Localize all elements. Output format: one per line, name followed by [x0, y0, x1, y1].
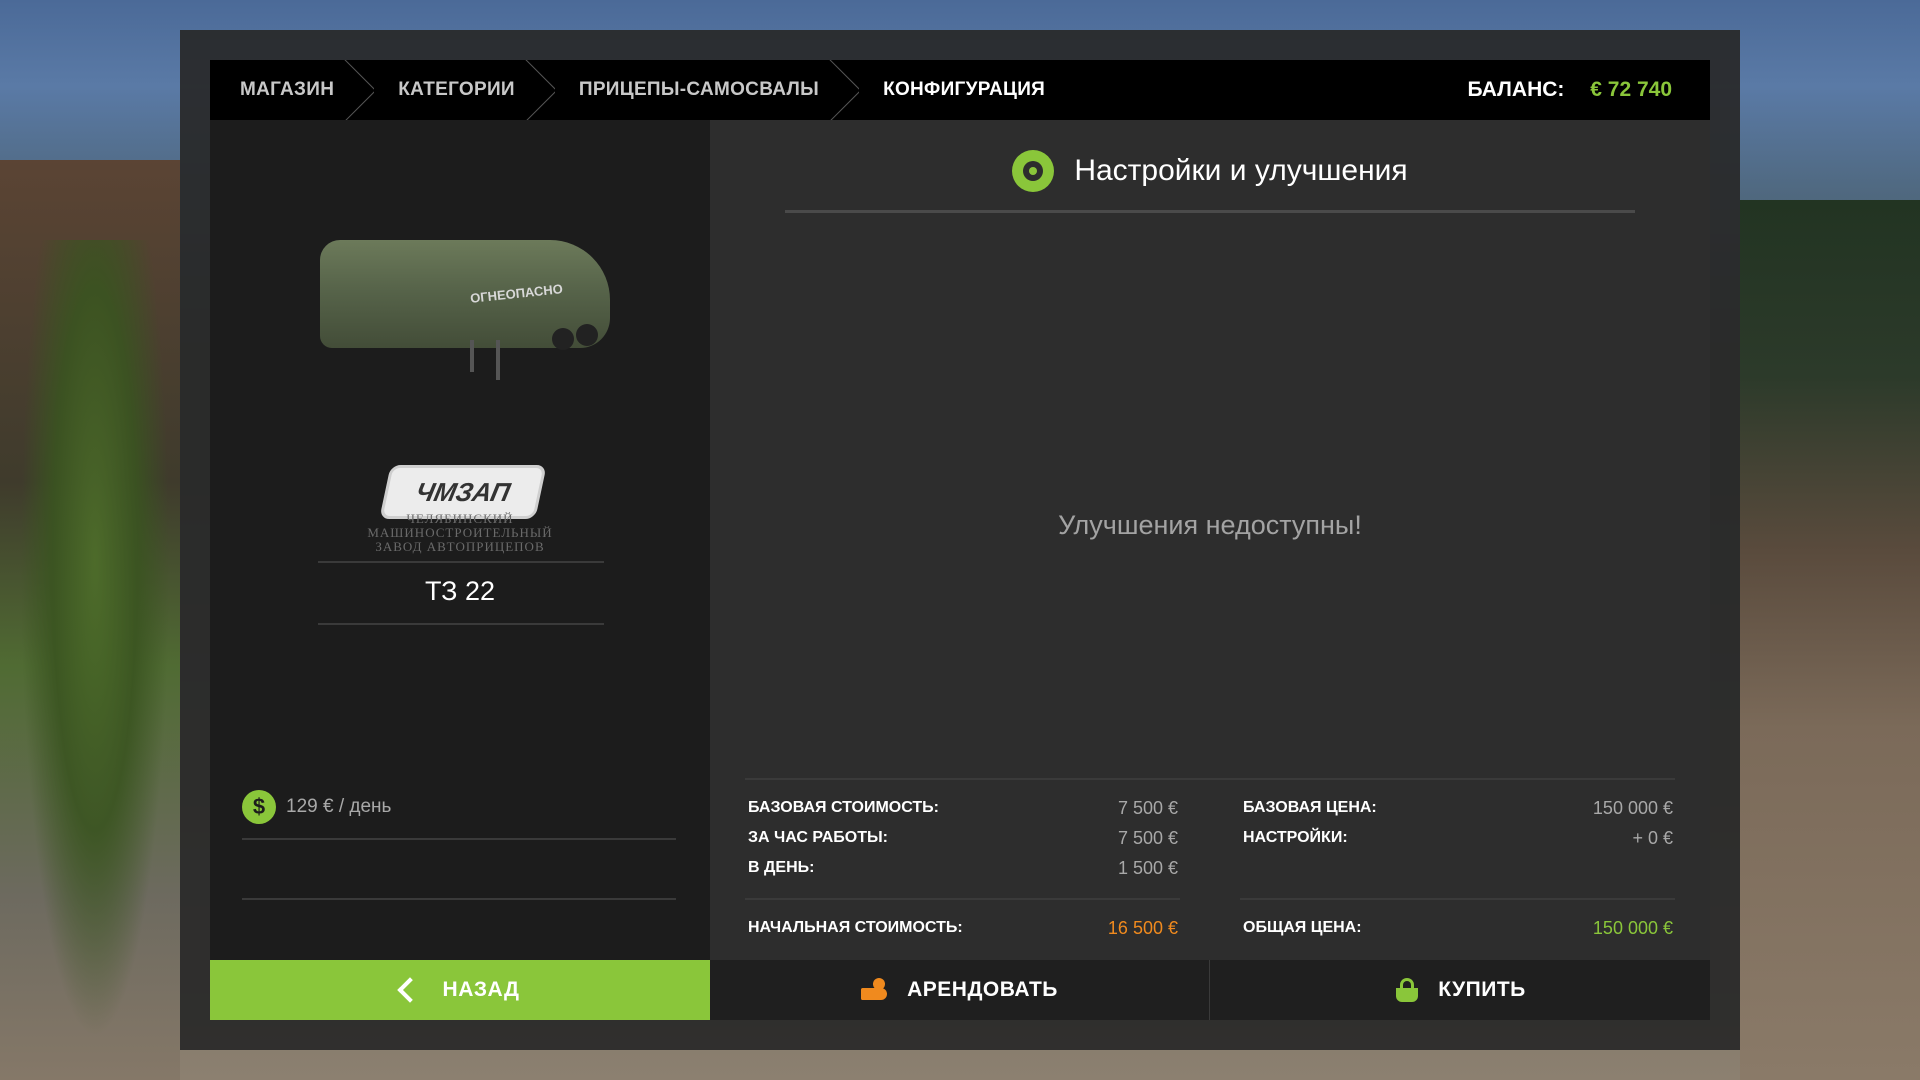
hand-coin-icon	[861, 978, 889, 1002]
cost-row: ЗА ЧАС РАБОТЫ: 7 500 €	[748, 827, 1178, 848]
total-row: ОБЩАЯ ЦЕНА: 150 000 €	[1243, 917, 1673, 938]
total-row: НАЧАЛЬНАЯ СТОИМОСТЬ: 16 500 €	[748, 917, 1178, 938]
total-price: ОБЩАЯ ЦЕНА: 150 000 €	[1243, 913, 1673, 943]
divider	[745, 898, 1180, 900]
brand-subtitle: ЧЕЛЯБИНСКИЙ МАШИНОСТРОИТЕЛЬНЫЙ ЗАВОД АВТ…	[367, 511, 553, 554]
purchase-costs: БАЗОВАЯ ЦЕНА: 150 000 € НАСТРОЙКИ: + 0 €	[1243, 793, 1673, 853]
lease-costs: БАЗОВАЯ СТОИМОСТЬ: 7 500 € ЗА ЧАС РАБОТЫ…	[748, 793, 1178, 883]
cost-row: В ДЕНЬ: 1 500 €	[748, 857, 1178, 878]
tank-label: ОГНЕОПАСНО	[469, 281, 564, 306]
background-scenery-right	[1740, 200, 1920, 1080]
buy-button[interactable]: КУПИТЬ	[1210, 960, 1710, 1020]
divider	[242, 898, 676, 900]
breadcrumb-dump-trailers[interactable]: ПРИЦЕПЫ-САМОСВАЛЫ	[549, 60, 853, 120]
vehicle-info-panel: ОГНЕОПАСНО ЧМЗАП ЧЕЛЯБИНСКИЙ МАШИНОСТРОИ…	[210, 120, 710, 960]
cost-row: БАЗОВАЯ СТОИМОСТЬ: 7 500 €	[748, 797, 1178, 818]
vehicle-image: ОГНЕОПАСНО	[320, 240, 610, 390]
divider	[785, 210, 1635, 213]
divider	[1240, 898, 1675, 900]
basket-icon	[1394, 978, 1420, 1002]
divider	[242, 838, 676, 840]
divider	[318, 623, 604, 625]
vehicle-name: ТЗ 22	[424, 576, 496, 606]
gear-wrench-icon	[1012, 150, 1055, 192]
divider	[745, 778, 1675, 780]
settings-header: Настройки и улучшения	[710, 150, 1710, 192]
breadcrumb-configuration: КОНФИГУРАЦИЯ	[883, 79, 1046, 100]
cost-row: НАСТРОЙКИ: + 0 €	[1243, 827, 1673, 848]
upgrades-unavailable-message: Улучшения недоступны!	[1058, 510, 1362, 540]
balance-label: БАЛАНС:	[1467, 78, 1565, 101]
rent-button[interactable]: АРЕНДОВАТЬ	[710, 960, 1210, 1020]
breadcrumb-categories[interactable]: КАТЕГОРИИ	[368, 60, 549, 120]
divider	[318, 561, 604, 563]
chevron-left-icon	[396, 977, 423, 1003]
back-button[interactable]: НАЗАД	[210, 960, 710, 1020]
cost-row: БАЗОВАЯ ЦЕНА: 150 000 €	[1243, 797, 1673, 818]
breadcrumb: МАГАЗИН КАТЕГОРИИ ПРИЦЕПЫ-САМОСВАЛЫ КОНФ…	[210, 60, 1710, 120]
dollar-icon: $	[242, 790, 276, 824]
breadcrumb-shop[interactable]: МАГАЗИН	[210, 60, 368, 120]
initial-cost: НАЧАЛЬНАЯ СТОИМОСТЬ: 16 500 €	[748, 913, 1178, 943]
settings-panel: Настройки и улучшения Улучшения недоступ…	[710, 120, 1710, 960]
daily-cost: $ 129 € / день	[242, 790, 391, 824]
background-tree	[20, 240, 170, 1040]
balance-value: € 72 740	[1590, 78, 1672, 101]
daily-cost-value: 129 € / день	[286, 796, 392, 817]
balance: БАЛАНС: € 72 740	[1467, 78, 1710, 102]
settings-title: Настройки и улучшения	[1074, 154, 1408, 187]
